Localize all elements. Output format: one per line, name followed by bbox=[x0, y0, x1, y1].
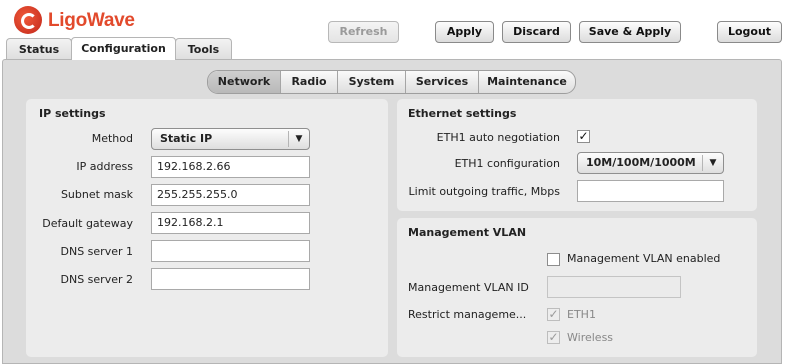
dns-server-2-label: DNS server 2 bbox=[60, 273, 134, 286]
apply-button[interactable]: Apply bbox=[435, 21, 494, 43]
eth1-config-select[interactable]: 10M/100M/1000M ▼ bbox=[577, 152, 724, 174]
logo-icon bbox=[14, 6, 42, 34]
dns-server-1-label: DNS server 1 bbox=[60, 245, 134, 258]
checkmark-icon: ✓ bbox=[578, 129, 589, 143]
discard-button[interactable]: Discard bbox=[502, 21, 571, 43]
refresh-button[interactable]: Refresh bbox=[328, 21, 399, 43]
method-select[interactable]: Static IP ▼ bbox=[151, 128, 310, 150]
chevron-down-icon: ▼ bbox=[702, 155, 723, 171]
limit-traffic-label: Limit outgoing traffic, Mbps bbox=[408, 185, 560, 198]
dns-server-1-input[interactable] bbox=[151, 240, 310, 262]
vlan-enabled-label: Management VLAN enabled bbox=[567, 252, 721, 265]
tab-configuration[interactable]: Configuration bbox=[71, 37, 176, 60]
restrict-eth1-label: ETH1 bbox=[567, 308, 596, 321]
restrict-wireless-label: Wireless bbox=[567, 331, 614, 344]
dns-server-2-input[interactable] bbox=[151, 268, 310, 290]
eth1-config-label: ETH1 configuration bbox=[454, 157, 560, 170]
limit-traffic-input[interactable] bbox=[577, 180, 724, 202]
subtab-system[interactable]: System bbox=[338, 71, 406, 93]
method-label: Method bbox=[91, 132, 133, 145]
subtab-maintenance[interactable]: Maintenance bbox=[479, 71, 575, 93]
brand-name: LigoWave bbox=[48, 10, 135, 31]
ethernet-settings-title: Ethernet settings bbox=[408, 107, 517, 120]
checkmark-icon: ✓ bbox=[548, 307, 559, 321]
eth1-config-value: 10M/100M/1000M bbox=[586, 156, 696, 169]
checkmark-icon: ✓ bbox=[548, 330, 559, 344]
vlan-enabled-checkbox[interactable] bbox=[547, 253, 560, 266]
vlan-id-label: Management VLAN ID bbox=[408, 281, 529, 294]
default-gateway-label: Default gateway bbox=[42, 217, 133, 230]
eth1-autoneg-checkbox[interactable]: ✓ bbox=[577, 130, 590, 143]
restrict-eth1-checkbox[interactable]: ✓ bbox=[547, 308, 560, 321]
subtab-network[interactable]: Network bbox=[208, 71, 281, 93]
default-gateway-input[interactable]: 192.168.2.1 bbox=[151, 212, 310, 234]
subtab-radio[interactable]: Radio bbox=[281, 71, 338, 93]
ip-settings-title: IP settings bbox=[39, 107, 106, 120]
ligowave-logo: LigoWave bbox=[14, 6, 174, 38]
logout-button[interactable]: Logout bbox=[717, 21, 782, 43]
tab-tools[interactable]: Tools bbox=[175, 38, 232, 60]
ip-address-label: IP address bbox=[76, 160, 133, 173]
chevron-down-icon: ▼ bbox=[288, 131, 309, 147]
network-subtabs: Network Radio System Services Maintenanc… bbox=[207, 70, 576, 94]
ip-address-input[interactable]: 192.168.2.66 bbox=[151, 156, 310, 178]
management-vlan-title: Management VLAN bbox=[408, 226, 527, 239]
vlan-id-input[interactable] bbox=[547, 276, 681, 298]
eth1-autoneg-label: ETH1 auto negotiation bbox=[436, 131, 560, 144]
subnet-mask-input[interactable]: 255.255.255.0 bbox=[151, 184, 310, 206]
subnet-mask-label: Subnet mask bbox=[60, 188, 133, 201]
restrict-management-label: Restrict manageme... bbox=[408, 308, 527, 321]
tab-status[interactable]: Status bbox=[6, 38, 72, 60]
subtab-services[interactable]: Services bbox=[406, 71, 479, 93]
method-value: Static IP bbox=[160, 132, 213, 145]
restrict-wireless-checkbox[interactable]: ✓ bbox=[547, 331, 560, 344]
save-apply-button[interactable]: Save & Apply bbox=[579, 21, 681, 43]
